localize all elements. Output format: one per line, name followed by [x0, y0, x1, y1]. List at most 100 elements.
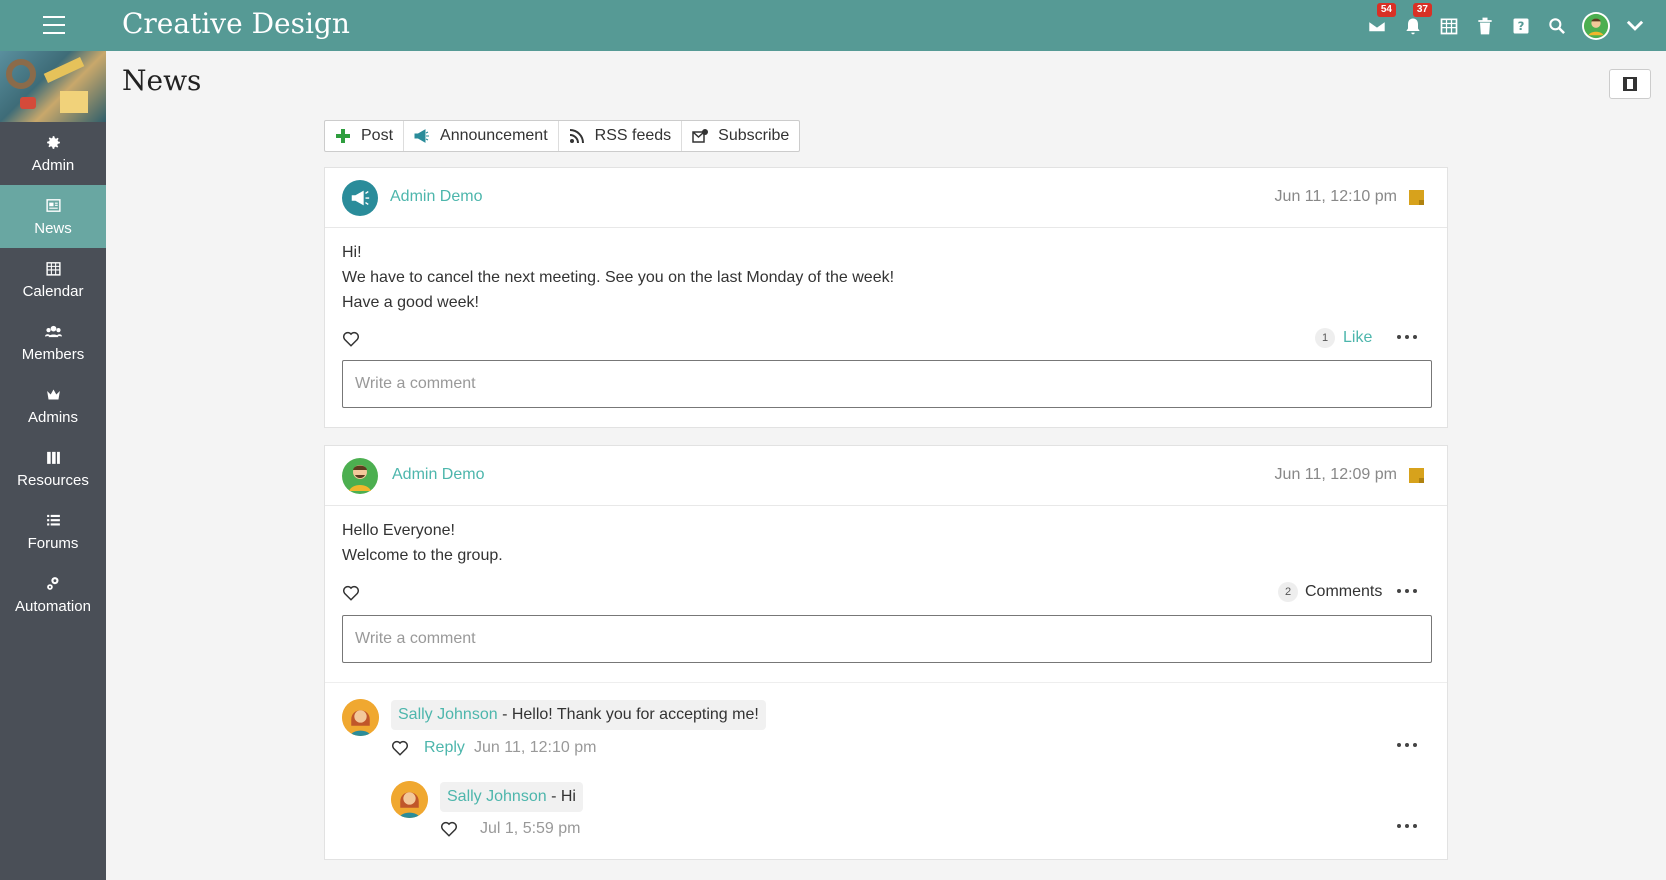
comment-date: Jun 11, 12:10 pm [474, 739, 597, 756]
man-avatar-icon [349, 465, 371, 491]
page-title: News [122, 64, 202, 97]
comment-count: 2 [1278, 582, 1298, 602]
calendar-icon [45, 261, 61, 276]
comment-text: - Hello! Thank you for accepting me! [497, 706, 759, 723]
top-icons: 54 37 ? [1366, 0, 1646, 51]
post-header: Admin Demo Jun 11, 12:10 pm [325, 168, 1447, 228]
post-button-label: Post [361, 127, 394, 144]
comment-bubble: Sally Johnson - Hello! Thank you for acc… [391, 700, 766, 730]
comment-text: - Hi [546, 788, 576, 805]
heart-icon[interactable] [391, 739, 409, 757]
sidebar-item-label: Forums [27, 534, 79, 552]
forums-icon [46, 514, 60, 525]
sidebar-item-label: Admin [31, 156, 75, 174]
sidebar-item-forums[interactable]: Forums [0, 500, 106, 563]
search-icon[interactable] [1546, 15, 1568, 37]
reply-button[interactable]: Reply [424, 739, 465, 757]
comment-author[interactable]: Sally Johnson [398, 706, 498, 723]
app-title[interactable]: Creative Design [122, 7, 350, 40]
comments-button[interactable]: Comments [1305, 583, 1382, 601]
sidebar-item-label: News [34, 219, 72, 237]
commenter-avatar[interactable] [342, 699, 379, 736]
resources-icon [46, 451, 60, 464]
group-banner-image[interactable] [0, 51, 106, 122]
post-author[interactable]: Admin Demo [390, 188, 482, 206]
sidebar-item-resources[interactable]: Resources [0, 437, 106, 500]
announcement-button[interactable]: Announcement [404, 121, 559, 151]
messages-badge: 54 [1376, 2, 1396, 17]
post-text-line: Have a good week! [342, 294, 479, 311]
view-toggle-button[interactable] [1609, 69, 1651, 99]
more-options-icon[interactable] [1397, 335, 1417, 341]
post-card: Admin Demo Jun 11, 12:10 pm Hi! We have … [324, 167, 1448, 428]
more-options-icon[interactable] [1397, 589, 1417, 595]
sidebar-item-label: Members [21, 345, 85, 363]
sidebar-item-news[interactable]: News [0, 185, 106, 248]
crown-icon [46, 389, 60, 399]
woman-avatar-icon [391, 781, 428, 818]
help-icon[interactable]: ? [1510, 15, 1532, 37]
sticky-note-icon[interactable] [1409, 190, 1424, 205]
author-avatar[interactable] [342, 458, 378, 494]
heart-icon[interactable] [342, 584, 360, 602]
post-text-line: Welcome to the group. [342, 547, 503, 564]
layout-icon [1623, 77, 1637, 91]
notifications-icon[interactable]: 37 [1402, 2, 1432, 37]
woman-avatar-icon [342, 699, 379, 736]
trash-icon[interactable] [1474, 15, 1496, 37]
subscribe-icon [692, 129, 709, 143]
post-toolbar: Post Announcement RSS feeds Subscribe [324, 120, 801, 152]
sidebar-item-label: Automation [15, 597, 91, 615]
commenter-avatar[interactable] [391, 781, 428, 818]
rss-feeds-button[interactable]: RSS feeds [559, 121, 683, 151]
sidebar-item-label: Resources [17, 471, 89, 489]
like-count: 1 [1315, 328, 1335, 348]
top-bar: Creative Design 54 37 ? [0, 0, 1666, 51]
rss-icon [569, 129, 584, 144]
post-author[interactable]: Admin Demo [392, 466, 484, 484]
post-text-line: Hi! [342, 244, 362, 261]
messages-icon[interactable]: 54 [1366, 2, 1396, 37]
heart-icon[interactable] [342, 330, 360, 348]
post-header: Admin Demo Jun 11, 12:09 pm [325, 446, 1447, 506]
sidebar-item-admin[interactable]: Admin [0, 122, 106, 185]
megaphone-icon [351, 190, 370, 206]
news-icon [45, 198, 61, 212]
divider [325, 682, 1447, 683]
post-text-line: Hello Everyone! [342, 522, 455, 539]
svg-text:?: ? [1518, 19, 1525, 33]
sidebar: Admin News Calendar Members Admins Resou… [0, 51, 106, 880]
gear-icon [46, 135, 60, 149]
plus-icon [336, 129, 350, 143]
post-button[interactable]: Post [325, 121, 405, 151]
like-button[interactable]: Like [1343, 329, 1372, 347]
hamburger-menu-icon[interactable] [43, 16, 65, 34]
comment-input[interactable] [342, 360, 1432, 408]
automation-icon [46, 576, 58, 590]
comment-bubble: Sally Johnson - Hi [440, 782, 583, 812]
sidebar-item-admins[interactable]: Admins [0, 374, 106, 437]
announcement-button-label: Announcement [440, 127, 548, 144]
user-avatar[interactable] [1582, 11, 1610, 40]
sidebar-item-calendar[interactable]: Calendar [0, 248, 106, 311]
members-icon [44, 325, 62, 337]
subscribe-button[interactable]: Subscribe [682, 121, 799, 151]
more-options-icon[interactable] [1397, 743, 1417, 749]
sticky-note-icon[interactable] [1409, 468, 1424, 483]
comment-input[interactable] [342, 615, 1432, 663]
heart-icon[interactable] [440, 820, 458, 838]
sidebar-item-label: Admins [27, 408, 79, 426]
comment-date: Jul 1, 5:59 pm [480, 820, 581, 837]
calendar-icon[interactable] [1438, 15, 1460, 37]
sidebar-item-automation[interactable]: Automation [0, 563, 106, 626]
post-card: Admin Demo Jun 11, 12:09 pm Hello Everyo… [324, 445, 1448, 860]
more-options-icon[interactable] [1397, 824, 1417, 830]
notifications-badge: 37 [1412, 2, 1432, 17]
post-date: Jun 11, 12:09 pm [1274, 466, 1397, 483]
sidebar-item-label: Calendar [22, 282, 84, 300]
announcement-avatar[interactable] [342, 180, 378, 216]
sidebar-item-members[interactable]: Members [0, 311, 106, 374]
chevron-down-icon[interactable] [1624, 15, 1646, 37]
comment-author[interactable]: Sally Johnson [447, 788, 547, 805]
post-text-line: We have to cancel the next meeting. See … [342, 269, 895, 286]
